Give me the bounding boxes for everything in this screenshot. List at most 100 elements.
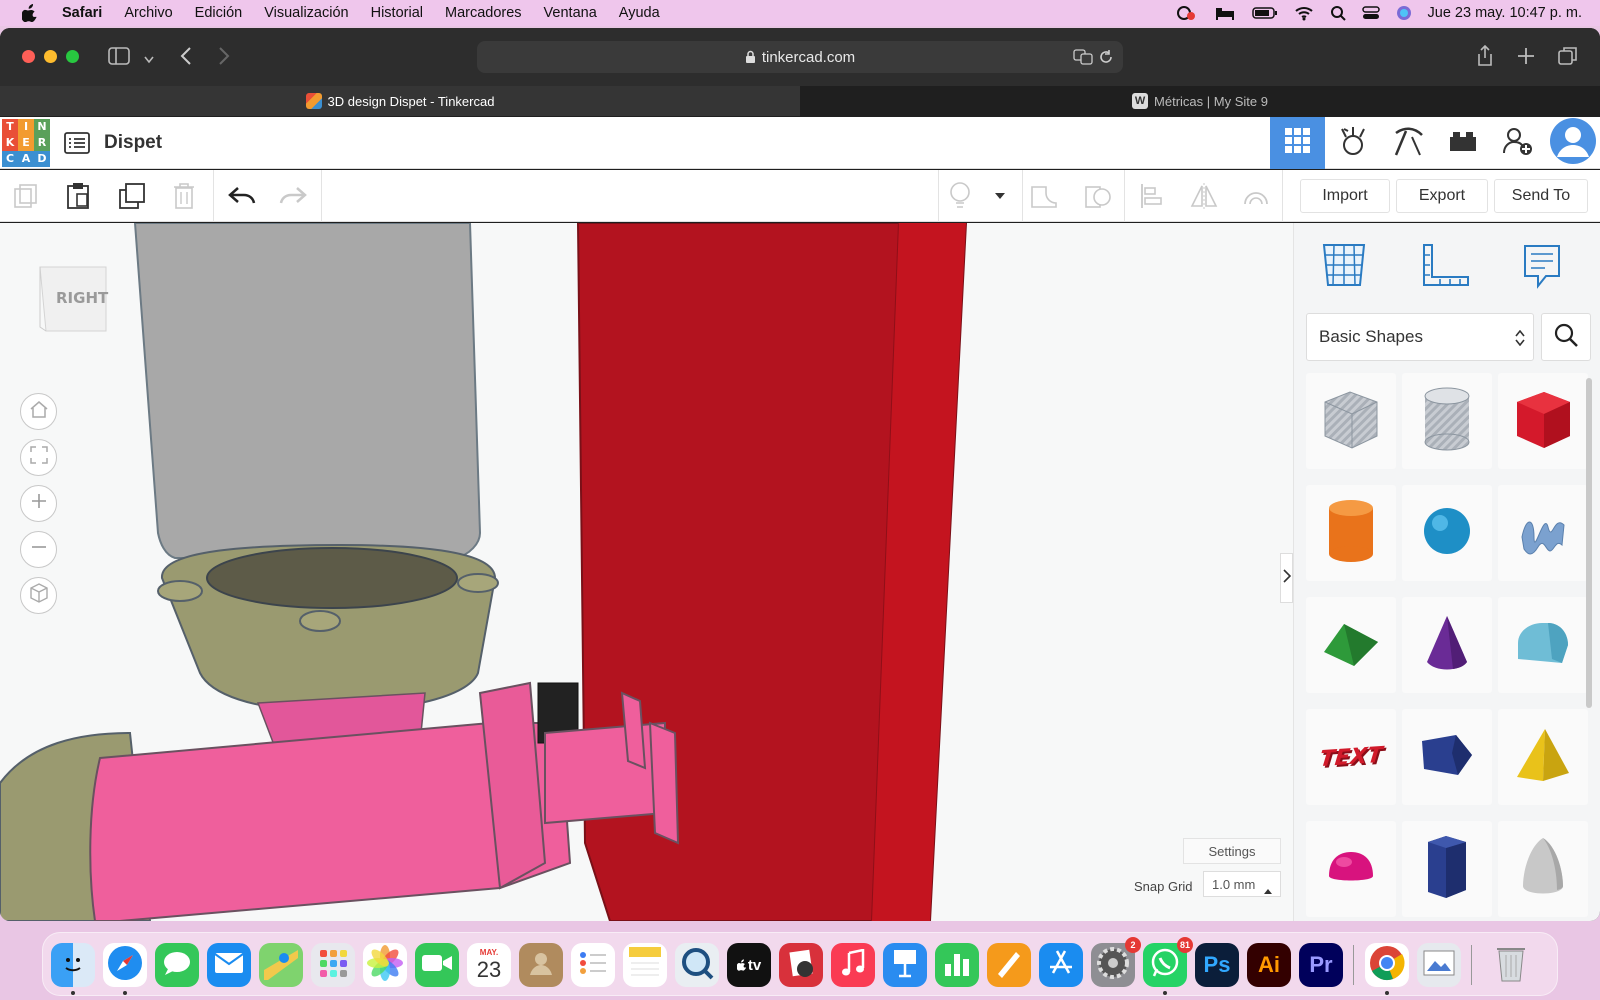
tinkercad-logo[interactable]: T I N K E R C A D (2, 118, 50, 167)
minimize-window-button[interactable] (44, 50, 57, 63)
dock-whatsapp[interactable]: 81 (1143, 937, 1193, 987)
shape-box-hole[interactable] (1306, 373, 1396, 469)
spotlight-search-icon[interactable] (1330, 5, 1346, 21)
menu-app-safari[interactable]: Safari (62, 5, 102, 21)
menu-archivo[interactable]: Archivo (124, 5, 172, 21)
menu-ayuda[interactable]: Ayuda (619, 5, 660, 21)
shape-scribble[interactable] (1498, 485, 1588, 581)
shape-round-roof[interactable] (1498, 597, 1588, 693)
shape-search-button[interactable] (1541, 313, 1591, 361)
menu-marcadores[interactable]: Marcadores (445, 5, 522, 21)
dock-reminders[interactable] (571, 943, 615, 987)
dock-facetime[interactable] (415, 943, 459, 987)
menu-historial[interactable]: Historial (371, 5, 423, 21)
project-title[interactable]: Dispet (104, 132, 162, 154)
tab-metricas[interactable]: W Métricas | My Site 9 (800, 86, 1600, 116)
sidebar-icon[interactable] (108, 47, 130, 70)
battery-icon[interactable] (1251, 6, 1278, 20)
dock-keynote[interactable] (883, 943, 927, 987)
shape-paraboloid[interactable] (1498, 821, 1588, 917)
shape-cylinder[interactable] (1306, 485, 1396, 581)
collar-tab-left[interactable] (157, 580, 203, 602)
dock-launchpad[interactable] (311, 943, 355, 987)
shape-category-select[interactable]: Basic Shapes (1306, 313, 1534, 361)
snap-grid-select[interactable]: 1.0 mm (1203, 871, 1281, 897)
notes-icon[interactable] (1522, 243, 1562, 294)
send-to-button[interactable]: Send To (1494, 179, 1588, 213)
ungroup-icon[interactable] (1080, 178, 1116, 214)
menu-ventana[interactable]: Ventana (544, 5, 597, 21)
gray-hopper-shape[interactable] (133, 223, 482, 559)
workplane-viewport[interactable]: RIGHT Settings Snap Grid 1.0 mm (0, 223, 1293, 921)
shape-pyramid[interactable] (1498, 709, 1588, 805)
dock-numbers[interactable] (935, 943, 979, 987)
menu-edicion[interactable]: Edición (195, 5, 243, 21)
shape-cone[interactable] (1402, 597, 1492, 693)
redo-icon[interactable] (275, 178, 311, 214)
dock-music[interactable] (831, 943, 875, 987)
lego-bricks-button[interactable] (1435, 117, 1490, 169)
bricks-button[interactable] (1380, 117, 1435, 169)
shape-half-sphere[interactable] (1306, 821, 1396, 917)
export-button[interactable]: Export (1396, 179, 1488, 213)
dock-finder[interactable] (51, 943, 95, 987)
dock-quicktime[interactable] (675, 943, 719, 987)
zoom-in-button[interactable] (20, 485, 57, 522)
collar-tab-right[interactable] (457, 573, 499, 593)
shape-roof[interactable] (1306, 597, 1396, 693)
dock-mail[interactable] (207, 943, 251, 987)
account-avatar[interactable] (1545, 117, 1600, 169)
pink-end-plate[interactable] (648, 721, 680, 845)
3d-scene[interactable] (0, 223, 1293, 921)
zoom-out-button[interactable] (20, 531, 57, 568)
dock-trash[interactable] (1489, 943, 1533, 987)
dock-premiere-pro[interactable]: Pr (1299, 943, 1343, 987)
dock-system-settings[interactable]: 2 (1091, 937, 1141, 987)
shape-hexagonal-prism[interactable] (1402, 821, 1492, 917)
cruise-magnet-icon[interactable] (1238, 178, 1274, 214)
panel-scrollbar[interactable] (1586, 378, 1592, 708)
shape-sphere[interactable] (1402, 485, 1492, 581)
close-window-button[interactable] (22, 50, 35, 63)
menu-datetime[interactable]: Jue 23 may. 10:47 p. m. (1428, 5, 1582, 21)
settings-button[interactable]: Settings (1183, 838, 1281, 864)
address-bar[interactable]: tinkercad.com (477, 41, 1123, 73)
dock-chrome[interactable] (1365, 943, 1409, 987)
paste-icon[interactable] (60, 178, 96, 214)
dropdown-caret-icon[interactable] (982, 178, 1018, 214)
trash-icon[interactable] (166, 178, 202, 214)
siri-icon[interactable] (1396, 5, 1412, 21)
back-arrow-icon[interactable] (180, 46, 192, 71)
dock-notes[interactable] (623, 943, 667, 987)
forward-arrow-icon[interactable] (218, 46, 230, 71)
bed-icon[interactable] (1214, 5, 1236, 21)
control-center-icon[interactable] (1361, 5, 1380, 21)
copy-icon[interactable] (8, 178, 44, 214)
invite-user-button[interactable] (1490, 117, 1545, 169)
perspective-button[interactable] (20, 577, 57, 614)
import-button[interactable]: Import (1300, 179, 1390, 213)
apple-icon[interactable] (22, 4, 44, 22)
dock-calendar[interactable]: MAY. 23 (467, 943, 511, 987)
collapse-panel-button[interactable] (1280, 553, 1293, 603)
lightbulb-icon[interactable] (942, 178, 978, 214)
dock-maps[interactable] (259, 943, 303, 987)
group-icon[interactable] (1026, 178, 1062, 214)
translate-icon[interactable] (1073, 49, 1093, 69)
dock-app-store[interactable] (1039, 943, 1083, 987)
mirror-icon[interactable] (1186, 178, 1222, 214)
workplane-grid-icon[interactable] (1320, 241, 1368, 294)
design-list-icon[interactable] (64, 131, 90, 154)
shape-text[interactable]: TEXT (1306, 709, 1396, 805)
fit-all-button[interactable] (20, 439, 57, 476)
zoom-window-button[interactable] (66, 50, 79, 63)
shape-polygon[interactable] (1402, 709, 1492, 805)
creative-cloud-icon[interactable] (1176, 5, 1198, 21)
dock-photo-booth[interactable] (779, 943, 823, 987)
collar-tab-front[interactable] (299, 610, 341, 632)
blocks-button[interactable] (1325, 117, 1380, 169)
duplicate-icon[interactable] (114, 178, 150, 214)
ruler-icon[interactable] (1420, 243, 1470, 294)
tab-tinkercad[interactable]: 3D design Dispet - Tinkercad (0, 86, 800, 116)
undo-icon[interactable] (224, 178, 260, 214)
